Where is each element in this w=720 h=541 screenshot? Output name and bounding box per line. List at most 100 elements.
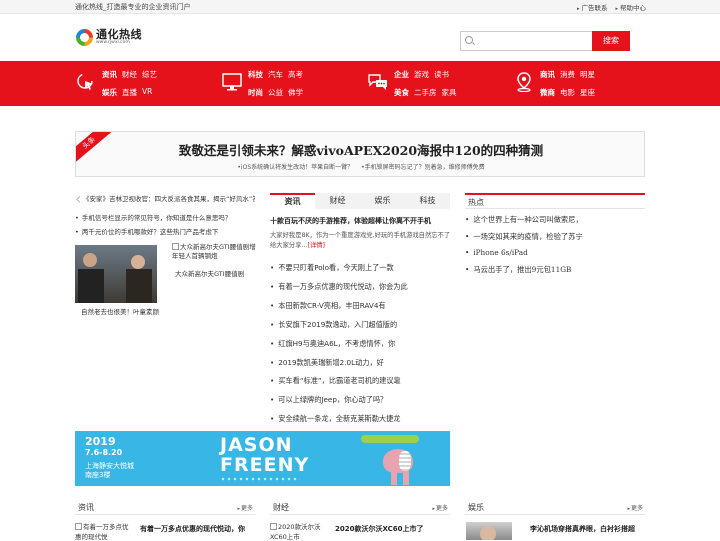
mid-headline[interactable]: 十款百玩不厌的手游推荐，体验超棒让你离不开手机 (270, 216, 452, 226)
ad-location-line: 上海静安大悦城 (85, 462, 134, 470)
list-item[interactable]: 长安旗下2019款逸动，入门超值版的 (270, 316, 452, 335)
nav-link-commerce[interactable]: 商讯 (540, 69, 555, 80)
slider-prev-icon[interactable]: ‹ (75, 191, 81, 207)
nav-link-furniture[interactable]: 家具 (442, 87, 457, 98)
tab-tech[interactable]: 科技 (405, 193, 450, 209)
list-item[interactable]: 马云出手了，推出9元包11GB (465, 262, 645, 279)
mid-summary-text: 大家好我是8K，作为一个重度游戏党,好玩的手机游戏自然忘不了给大家分享... (270, 232, 451, 249)
slider-next-icon[interactable]: › (235, 191, 241, 207)
nav-link-exam[interactable]: 高考 (288, 69, 303, 80)
ad-title-line: JASON (220, 434, 293, 456)
news-slider: ‹ 《安家》吉林卫视收官：四大反派各食其果，揭示“好风水”答案 › (75, 191, 255, 207)
monitor-icon (222, 73, 242, 91)
help-center-link[interactable]: 帮助中心 (615, 2, 646, 12)
section-headline[interactable]: 有着一万多点优惠的现代悦动，你 (140, 524, 245, 534)
section-header-entertainment: 娱乐 更多 (465, 500, 645, 515)
list-item[interactable]: 不要只盯着Polo看，今天刚上了一款 (270, 259, 452, 278)
more-link[interactable]: 更多 (432, 503, 448, 512)
nav-link-live[interactable]: 直播 (122, 87, 137, 98)
nav-link-horoscope[interactable]: 星座 (580, 87, 595, 98)
headline-sub-link[interactable]: •iOS系统确认将发生改动！苹果自断一臂？ (237, 164, 353, 171)
feature-photo-people[interactable] (75, 245, 157, 303)
more-link[interactable]: 更多 (237, 503, 253, 512)
section-headline[interactable]: 2020款沃尔沃XC60上市了 (335, 524, 424, 534)
news-thumb-placeholder[interactable]: 有着一万多点优惠的现代悦 (75, 521, 131, 541)
nav-link-variety[interactable]: 综艺 (142, 69, 157, 80)
site-tagline: 通化热线_打造最专业的企业资讯门户 (75, 3, 191, 11)
tab-news[interactable]: 资讯 (270, 193, 315, 209)
tab-finance[interactable]: 财经 (315, 193, 360, 209)
search-icon (465, 36, 473, 44)
nav-link-buddhism[interactable]: 佛学 (288, 87, 303, 98)
list-item[interactable]: 这个世界上有一种公司叫做索尼， (465, 212, 645, 229)
nav-link-stars[interactable]: 明星 (580, 69, 595, 80)
search-bar: 搜索 (460, 31, 630, 51)
left-news-list: 手机信号栏显示的常见符号，你知道是什么意思吗？ 两千元价位的手机哪款好？这些热门… (75, 211, 255, 239)
ad-title-line: FREENY (220, 454, 310, 476)
nav-link-microbusiness[interactable]: 微商 (540, 87, 555, 98)
site-logo[interactable]: 通化热线 www.rjwxl.com (76, 29, 142, 46)
entertainment-thumb-photo[interactable] (466, 522, 512, 540)
nav-link-business[interactable]: 企业 (394, 69, 409, 80)
list-item[interactable]: 买车看“标准”，比霸道老司机的建议靠 (270, 372, 452, 391)
car-image-placeholder[interactable]: 大众新高尔夫GTI腰值剧增 年轻人首辆钢炮 (172, 243, 256, 261)
mid-news-list: 不要只盯着Polo看，今天刚上了一款 有着一万多点优惠的现代悦动，你会为此 本田… (270, 259, 452, 429)
chat-bubbles-icon (368, 74, 387, 90)
hot-section-header: 热点 (465, 193, 645, 209)
headline-banner: 头条 致敬还是引领未来？解惑vivoAPEX2020海报中120的四种猜测 •i… (75, 131, 645, 177)
list-item[interactable]: 可以上绿牌的Jeep，你心动了吗？ (270, 391, 452, 410)
exhibition-ad-banner[interactable]: 2019 7.6-8.20 上海静安大悦城 南座3楼 JASON FREENY (75, 431, 450, 486)
list-item[interactable]: 有着一万多点优惠的现代悦动，你会为此 (270, 278, 452, 297)
map-pin-icon (517, 72, 531, 92)
search-box (460, 31, 592, 51)
ad-location: 上海静安大悦城 南座3楼 (85, 462, 134, 480)
search-input[interactable] (477, 34, 587, 48)
list-item[interactable]: iPhone 6s/iPad (465, 245, 645, 262)
list-item[interactable]: 安全续航一条龙，全新克莱斯勒大捷龙 (270, 410, 452, 429)
nav-link-food[interactable]: 美食 (394, 87, 409, 98)
nav-link-movies[interactable]: 电影 (560, 87, 575, 98)
slider-text[interactable]: 《安家》吉林卫视收官：四大反派各食其果，揭示“好风水”答案 (83, 193, 255, 203)
feature-photo-caption[interactable]: 自然老去也很美！叶童素颜 (75, 306, 165, 316)
list-item[interactable]: 2019款凯美瑞新增2.0L动力，好 (270, 354, 452, 373)
ad-dots-decoration (220, 477, 300, 481)
logo-icon (76, 29, 93, 46)
headline-title[interactable]: 致敬还是引领未来？解惑vivoAPEX2020海报中120的四种猜测 (76, 140, 644, 159)
list-item[interactable]: 手机信号栏显示的常见符号，你知道是什么意思吗？ (75, 211, 255, 225)
ad-tag-pill (361, 435, 419, 443)
section-header-news: 资讯 更多 (75, 500, 255, 515)
nav-link-auto[interactable]: 汽车 (268, 69, 283, 80)
more-link[interactable]: 更多 (627, 503, 643, 512)
nav-link-consumer[interactable]: 消费 (560, 69, 575, 80)
ad-contact-link[interactable]: 广告联系 (577, 2, 607, 12)
nav-link-secondhand-house[interactable]: 二手房 (414, 87, 437, 98)
car-image-caption[interactable]: 大众新高尔夫GTI腰值剧 (175, 268, 255, 278)
details-link[interactable]: [详情] (308, 242, 326, 249)
tab-entertainment[interactable]: 娱乐 (360, 193, 405, 209)
section-headline[interactable]: 李沁机场穿搭真养眼，白衬衫搭超 (530, 524, 635, 534)
mid-summary: 大家好我是8K，作为一个重度游戏党,好玩的手机游戏自然忘不了给大家分享...[详… (270, 231, 452, 251)
list-item[interactable]: 本田新款CR-V亮相，丰田RAV4有 (270, 297, 452, 316)
broken-image-icon (172, 243, 179, 250)
nav-link-finance[interactable]: 财经 (122, 69, 137, 80)
car-image-alt: 大众新高尔夫GTI腰值剧增 年轻人首辆钢炮 (172, 243, 256, 260)
nav-link-games[interactable]: 游戏 (414, 69, 429, 80)
nav-link-reading[interactable]: 读书 (434, 69, 449, 80)
thumb-alt: 2020款沃尔沃XC60上市 (270, 523, 321, 541)
search-button[interactable]: 搜索 (592, 31, 630, 51)
nav-link-charity[interactable]: 公益 (268, 87, 283, 98)
nav-link-news[interactable]: 资讯 (102, 69, 117, 80)
ad-sculpture-image (375, 445, 423, 485)
nav-link-entertainment[interactable]: 娱乐 (102, 87, 117, 98)
headline-sub-link[interactable]: •手机锁屏密码忘记了？别着急，维修师傅免费 (361, 164, 485, 171)
broken-image-icon (270, 523, 277, 530)
thumb-alt: 有着一万多点优惠的现代悦 (75, 523, 129, 541)
ad-year: 2019 (85, 435, 116, 448)
list-item[interactable]: 一场突如其来的疫情，检验了苏宁 (465, 229, 645, 246)
nav-link-vr[interactable]: VR (142, 87, 152, 98)
nav-link-tech[interactable]: 科技 (248, 69, 263, 80)
list-item[interactable]: 两千元价位的手机哪款好？这些热门产品考虑下 (75, 225, 255, 239)
nav-link-fashion[interactable]: 时尚 (248, 87, 263, 98)
list-item[interactable]: 红旗H9与奥迪A6L，不考虑情怀，你 (270, 335, 452, 354)
finance-thumb-placeholder[interactable]: 2020款沃尔沃XC60上市 (270, 521, 326, 541)
